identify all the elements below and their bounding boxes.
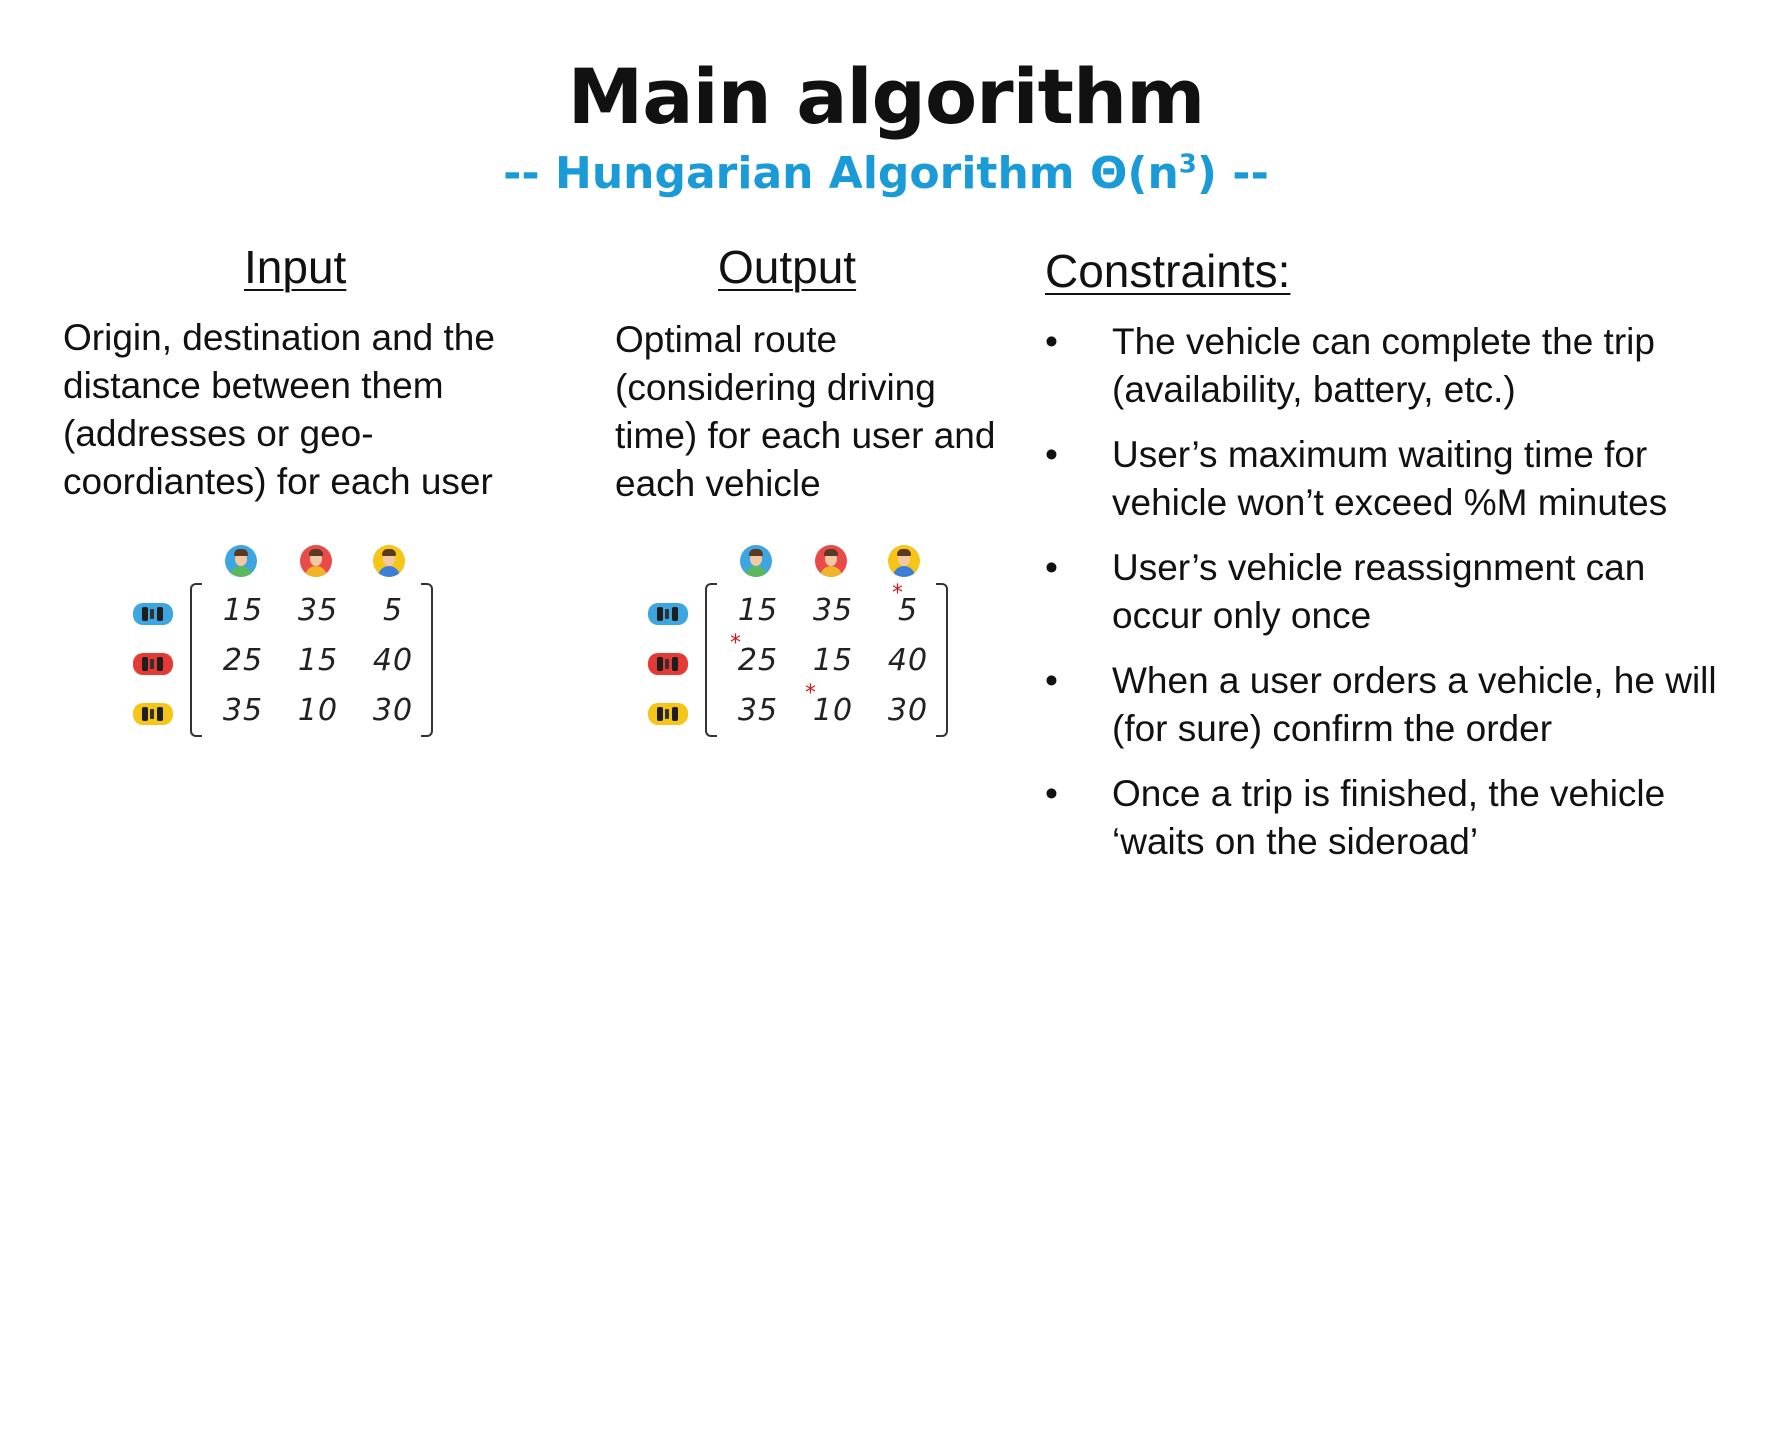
matrix-cell: 30 bbox=[887, 693, 929, 728]
constraint-text: The vehicle can complete the trip (avail… bbox=[1112, 321, 1655, 410]
matrix-cell: 35 bbox=[297, 593, 339, 628]
car-icon bbox=[133, 603, 173, 625]
avatar-body bbox=[305, 566, 327, 577]
user-avatar-icon bbox=[888, 545, 920, 577]
output-description: Optimal route (considering driving time)… bbox=[615, 319, 996, 504]
avatar-body bbox=[745, 566, 767, 577]
matrix-cell: 15 bbox=[222, 593, 264, 628]
matrix-cell: 10 bbox=[297, 693, 339, 728]
car-roof bbox=[150, 659, 154, 669]
car-window bbox=[672, 607, 678, 621]
matrix-cell: 35 bbox=[737, 693, 779, 728]
avatar-body bbox=[230, 566, 252, 577]
car-icon bbox=[648, 703, 688, 725]
car-icon bbox=[648, 603, 688, 625]
output-assignment-matrix: 15 35 5 25 15 40 35 10 30 * * * bbox=[640, 545, 1040, 755]
constraint-item: • When a user orders a vehicle, he will (… bbox=[1045, 657, 1745, 753]
car-window bbox=[142, 707, 148, 721]
user-avatar-icon bbox=[740, 545, 772, 577]
matrix-left-bracket bbox=[190, 583, 202, 737]
constraint-text: User’s maximum waiting time for vehicle … bbox=[1112, 434, 1668, 523]
matrix-cell: 25 bbox=[222, 643, 264, 678]
avatar-body bbox=[820, 566, 842, 577]
car-icon bbox=[133, 703, 173, 725]
constraints-list: • The vehicle can complete the trip (avai… bbox=[1045, 318, 1745, 883]
matrix-cell: 15 bbox=[737, 593, 779, 628]
matrix-left-bracket bbox=[705, 583, 717, 737]
assignment-star: * bbox=[730, 631, 741, 656]
page-title: Main algorithm bbox=[567, 52, 1206, 141]
car-roof bbox=[665, 709, 669, 719]
car-roof bbox=[665, 659, 669, 669]
car-window bbox=[157, 707, 163, 721]
input-heading: Input bbox=[244, 241, 347, 293]
subtitle-suffix: ) -- bbox=[1196, 148, 1269, 199]
avatar-body bbox=[378, 566, 400, 577]
bullet-icon: • bbox=[1045, 321, 1058, 362]
car-icon bbox=[648, 653, 688, 675]
matrix-cell: 15 bbox=[297, 643, 339, 678]
user-avatar-icon bbox=[815, 545, 847, 577]
constraint-text: User’s vehicle reassignment can occur on… bbox=[1112, 547, 1646, 636]
avatar-hair bbox=[749, 549, 763, 556]
avatar-hair bbox=[234, 549, 248, 556]
car-window bbox=[672, 707, 678, 721]
car-roof bbox=[150, 609, 154, 619]
car-window bbox=[657, 707, 663, 721]
subtitle-prefix: -- Hungarian Algorithm bbox=[503, 148, 1090, 199]
constraint-item: • Once a trip is finished, the vehicle ‘w… bbox=[1045, 770, 1745, 866]
input-description: Origin, destination and the distance bet… bbox=[63, 317, 495, 502]
car-window bbox=[657, 657, 663, 671]
car-window bbox=[142, 607, 148, 621]
bullet-icon: • bbox=[1045, 773, 1058, 814]
matrix-cell: 40 bbox=[887, 643, 929, 678]
avatar-hair bbox=[824, 549, 838, 556]
page-subtitle: -- Hungarian Algorithm Θ(n3) -- bbox=[0, 148, 1772, 199]
matrix-cell: 35 bbox=[222, 693, 264, 728]
matrix-cell: 40 bbox=[372, 643, 414, 678]
matrix-cell: 5 bbox=[382, 593, 404, 628]
matrix-cell: 15 bbox=[812, 643, 854, 678]
car-window bbox=[157, 657, 163, 671]
user-avatar-icon bbox=[300, 545, 332, 577]
output-heading: Output bbox=[718, 241, 857, 293]
car-roof bbox=[665, 609, 669, 619]
subtitle-exponent: 3 bbox=[1178, 149, 1197, 180]
constraint-item: • The vehicle can complete the trip (avai… bbox=[1045, 318, 1745, 414]
bullet-icon: • bbox=[1045, 434, 1058, 475]
bullet-icon: • bbox=[1045, 660, 1058, 701]
matrix-cell: 30 bbox=[372, 693, 414, 728]
matrix-cell: 5 bbox=[897, 593, 919, 628]
assignment-star: * bbox=[892, 581, 903, 606]
constraint-text: Once a trip is finished, the vehicle ‘wa… bbox=[1112, 773, 1666, 862]
car-roof bbox=[150, 709, 154, 719]
car-window bbox=[157, 607, 163, 621]
assignment-star: * bbox=[805, 681, 816, 706]
bullet-icon: • bbox=[1045, 547, 1058, 588]
constraint-text: When a user orders a vehicle, he will (f… bbox=[1112, 660, 1717, 749]
car-icon bbox=[133, 653, 173, 675]
car-window bbox=[142, 657, 148, 671]
avatar-hair bbox=[897, 549, 911, 556]
car-window bbox=[672, 657, 678, 671]
avatar-hair bbox=[382, 549, 396, 556]
avatar-body bbox=[893, 566, 915, 577]
constraints-heading: Constraints: bbox=[1045, 245, 1291, 297]
user-avatar-icon bbox=[373, 545, 405, 577]
avatar-hair bbox=[309, 549, 323, 556]
input-cost-matrix: 15 35 5 25 15 40 35 10 30 bbox=[125, 545, 525, 755]
subtitle-complexity: Θ(n bbox=[1089, 148, 1179, 199]
constraint-item: • User’s vehicle reassignment can occur o… bbox=[1045, 544, 1745, 640]
car-window bbox=[657, 607, 663, 621]
constraint-item: • User’s maximum waiting time for vehicle… bbox=[1045, 431, 1745, 527]
user-avatar-icon bbox=[225, 545, 257, 577]
matrix-cell: 35 bbox=[812, 593, 854, 628]
